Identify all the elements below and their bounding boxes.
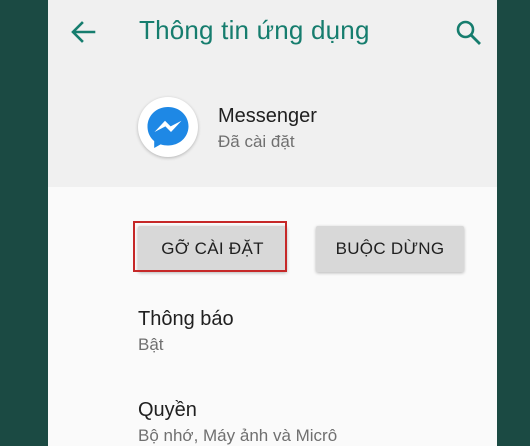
search-icon[interactable] — [453, 17, 483, 47]
notifications-setting[interactable]: Thông báo Bật — [138, 307, 478, 356]
notifications-status: Bật — [138, 335, 164, 354]
arrow-back-icon[interactable] — [68, 17, 98, 47]
permissions-title: Quyền — [138, 399, 197, 421]
messenger-icon — [138, 97, 198, 157]
app-name: Messenger — [218, 105, 317, 127]
uninstall-button[interactable]: GỠ CÀI ĐẶT — [138, 226, 287, 272]
notifications-title: Thông báo — [138, 308, 234, 330]
app-install-status: Đã cài đặt — [218, 132, 295, 151]
permissions-summary: Bộ nhớ, Máy ảnh và Micrô — [138, 426, 338, 445]
page-title: Thông tin ứng dụng — [139, 15, 370, 45]
permissions-setting[interactable]: Quyền Bộ nhớ, Máy ảnh và Micrô — [138, 398, 478, 446]
app-info-screen: Thông tin ứng dụng Messenger Đã cài đặt … — [48, 0, 497, 446]
app-header-section: Thông tin ứng dụng Messenger Đã cài đặt — [48, 0, 497, 187]
force-stop-button[interactable]: BUỘC DỪNG — [316, 226, 464, 272]
